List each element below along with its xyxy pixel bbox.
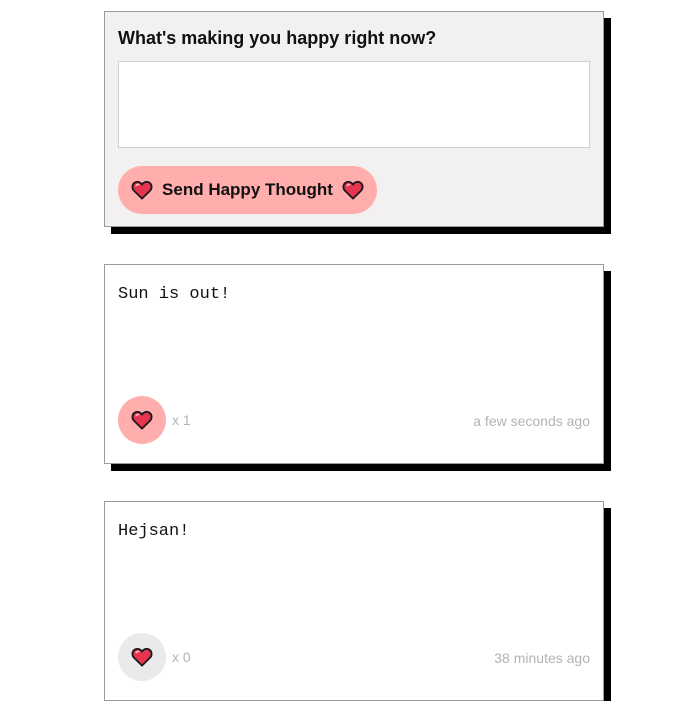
heart-icon [131,410,153,430]
like-row: x 1 [118,396,191,444]
app-container: What's making you happy right now? Send … [104,11,604,701]
heart-icon [131,647,153,667]
like-count: x 0 [172,649,191,665]
thought-card: Sun is out! x 1 a few seconds ago [104,264,604,464]
thought-message: Sun is out! [118,285,231,304]
like-count: x 1 [172,412,191,428]
like-button[interactable] [118,396,166,444]
like-row: x 0 [118,633,191,681]
thought-input[interactable] [118,61,590,148]
send-button-label: Send Happy Thought [162,180,333,199]
heart-icon [342,180,364,200]
form-title: What's making you happy right now? [118,28,437,48]
timestamp: 38 minutes ago [494,650,590,666]
heart-icon [131,180,153,200]
thought-card: Hejsan! x 0 38 minutes ago [104,501,604,701]
timestamp: a few seconds ago [473,413,590,429]
happy-thought-form: What's making you happy right now? Send … [104,11,604,227]
send-happy-thought-button[interactable]: Send Happy Thought [118,166,377,214]
thought-message: Hejsan! [118,522,190,541]
like-button[interactable] [118,633,166,681]
